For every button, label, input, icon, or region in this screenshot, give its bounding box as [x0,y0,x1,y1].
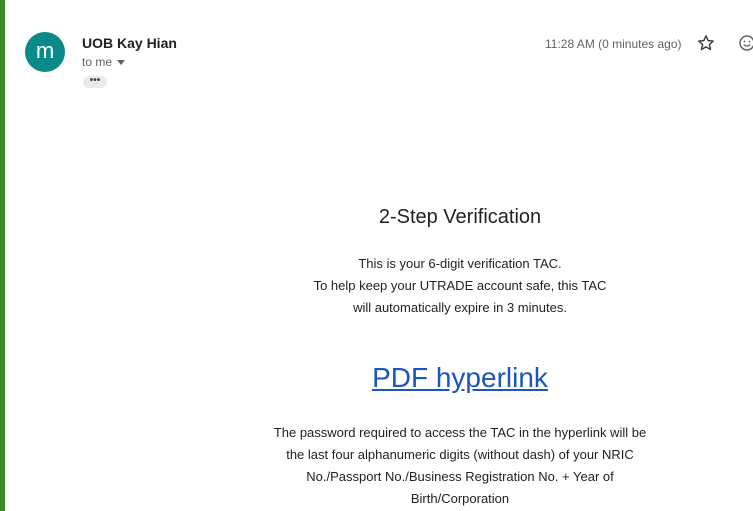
password-info-line: No./Passport No./Business Registration N… [306,469,614,484]
tac-info-line: This is your 6-digit verification TAC. [358,256,562,271]
password-info-line: Birth/Corporation [410,491,510,506]
emoji-reaction-icon[interactable] [737,33,753,53]
cropped-header-area [5,0,753,14]
sender-name[interactable]: UOB Kay Hian [82,35,177,51]
verification-heading: 2-Step Verification [378,206,542,228]
star-icon[interactable] [696,33,716,53]
left-accent-bar [0,0,5,511]
recipient-line[interactable]: to me [82,55,126,69]
recipient-label: to me [82,55,113,69]
chevron-down-icon[interactable] [117,60,126,66]
password-info-line: the last four alphanumeric digits (witho… [286,447,634,462]
sender-avatar[interactable]: m [25,32,65,72]
tac-info-line: will automatically expire in 3 minutes. [353,300,567,315]
tac-info-line: To help keep your UTRADE account safe, t… [313,278,607,293]
email-timestamp: 11:28 AM (0 minutes ago) [545,37,682,51]
password-info-line: The password required to access the TAC … [273,425,647,440]
pdf-hyperlink[interactable]: PDF hyperlink [200,362,720,394]
show-trimmed-content-button[interactable]: ••• [83,76,107,88]
